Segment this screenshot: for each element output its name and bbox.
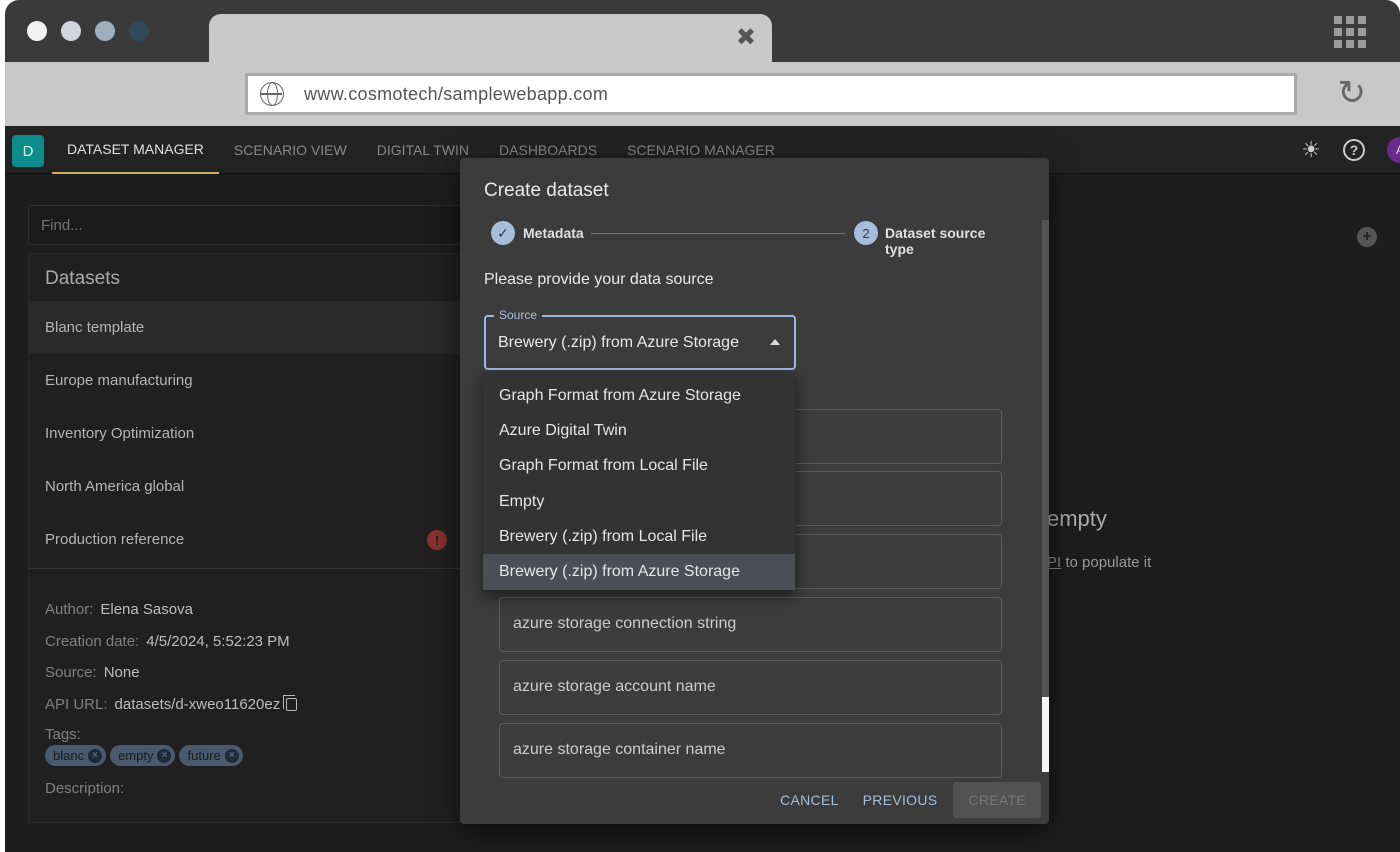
tag-chip[interactable]: blanc × bbox=[45, 745, 107, 766]
copy-icon[interactable] bbox=[283, 694, 298, 711]
tag-chip[interactable]: empty × bbox=[110, 745, 176, 766]
menu-item[interactable]: Azure Digital Twin bbox=[483, 413, 795, 448]
step-number: 2 bbox=[854, 221, 878, 245]
author-value: Elena Sasova bbox=[100, 601, 193, 619]
list-item[interactable]: Production reference ! bbox=[29, 513, 469, 566]
warning-icon: ! bbox=[427, 530, 447, 550]
globe-icon bbox=[260, 82, 284, 106]
dialog-actions: CANCEL PREVIOUS CREATE bbox=[772, 782, 1041, 818]
help-icon[interactable]: ? bbox=[1343, 139, 1365, 161]
empty-state-text: to populate it bbox=[1061, 554, 1152, 571]
app-logo[interactable]: D bbox=[12, 135, 44, 167]
address-bar[interactable]: www.cosmotech/samplewebapp.com bbox=[245, 73, 1297, 115]
menu-item[interactable]: Graph Format from Azure Storage bbox=[483, 378, 795, 413]
source-label: Source: bbox=[45, 664, 97, 682]
apps-grid-icon[interactable] bbox=[1334, 16, 1366, 48]
dataset-list: Blanc template Europe manufacturing Inve… bbox=[29, 301, 469, 566]
window-dot-minimize[interactable] bbox=[61, 21, 81, 41]
tags-label: Tags: bbox=[45, 726, 81, 743]
chevron-up-icon bbox=[770, 339, 780, 345]
menu-item[interactable]: Empty bbox=[483, 484, 795, 519]
scrollbar-thumb[interactable] bbox=[1042, 220, 1049, 697]
divider bbox=[29, 568, 469, 569]
list-item[interactable]: North America global bbox=[29, 460, 469, 513]
stepper: ✓ Metadata 2 Dataset source type bbox=[491, 221, 1011, 257]
tag-label: blanc bbox=[53, 748, 85, 763]
window-controls bbox=[27, 21, 149, 41]
creation-date-value: 4/5/2024, 5:52:23 PM bbox=[146, 632, 290, 650]
previous-button[interactable]: PREVIOUS bbox=[855, 782, 946, 818]
tag-chip[interactable]: future × bbox=[179, 745, 243, 766]
source-select-value: Brewery (.zip) from Azure Storage bbox=[498, 334, 739, 351]
create-button[interactable]: CREATE bbox=[953, 782, 1041, 818]
dialog-title: Create dataset bbox=[484, 180, 609, 201]
container-name-field[interactable]: azure storage container name bbox=[499, 723, 1002, 778]
menu-item[interactable]: Brewery (.zip) from Local File bbox=[483, 519, 795, 554]
api-link[interactable]: PI bbox=[1047, 554, 1061, 571]
source-value: None bbox=[103, 664, 140, 682]
tag-label: empty bbox=[118, 748, 154, 763]
step-source-type-label: Dataset source type bbox=[885, 225, 986, 257]
empty-state-title: empty bbox=[1047, 506, 1107, 531]
reload-icon[interactable]: ↻ bbox=[1338, 76, 1367, 110]
create-dataset-dialog: Create dataset ✓ Metadata 2 Dataset sour… bbox=[460, 158, 1049, 824]
remove-tag-icon[interactable]: × bbox=[88, 748, 103, 763]
creation-date-label: Creation date: bbox=[45, 632, 140, 650]
dataset-details: Author: Elena Sasova Creation date: 4/5/20… bbox=[45, 594, 455, 797]
window-dot-close[interactable] bbox=[27, 21, 47, 41]
source-dropdown-menu: Graph Format from Azure Storage Azure Di… bbox=[483, 372, 795, 590]
menu-item[interactable]: Graph Format from Local File bbox=[483, 449, 795, 484]
source-prompt: Please provide your data source bbox=[484, 271, 714, 288]
list-item-label: Production reference bbox=[45, 531, 185, 548]
add-icon[interactable]: + bbox=[1357, 227, 1377, 247]
connection-string-field[interactable]: azure storage connection string bbox=[499, 597, 1002, 652]
step-connector bbox=[591, 233, 845, 234]
check-icon: ✓ bbox=[491, 221, 515, 245]
search-input[interactable] bbox=[28, 205, 468, 245]
api-url-value: datasets/d-xweo11620ez bbox=[114, 695, 281, 713]
scrollbar-gap bbox=[1042, 697, 1049, 772]
appbar-actions: ☀ ? A bbox=[1301, 126, 1400, 174]
author-label: Author: bbox=[45, 601, 94, 619]
close-icon[interactable]: ✖ bbox=[736, 26, 756, 50]
source-select-label: Source bbox=[494, 308, 543, 322]
api-url-label: API URL: bbox=[45, 695, 108, 713]
window-dot-maximize[interactable] bbox=[95, 21, 115, 41]
panel-title: Datasets bbox=[45, 268, 120, 289]
empty-state-subtitle: PI to populate it bbox=[1047, 554, 1151, 571]
datasets-panel: Datasets Blanc template Europe manufactu… bbox=[28, 253, 469, 823]
description-label: Description: bbox=[45, 780, 125, 797]
tag-label: future bbox=[187, 748, 221, 763]
list-item[interactable]: Blanc template bbox=[29, 301, 469, 354]
window-dot-extra[interactable] bbox=[129, 21, 149, 41]
browser-toolbar: www.cosmotech/samplewebapp.com ↻ bbox=[5, 62, 1400, 126]
remove-tag-icon[interactable]: × bbox=[157, 748, 172, 763]
list-item[interactable]: Inventory Optimization bbox=[29, 407, 469, 460]
tab-scenario-view[interactable]: SCENARIO VIEW bbox=[219, 126, 362, 174]
theme-toggle-icon[interactable]: ☀ bbox=[1301, 137, 1321, 163]
list-item[interactable]: Europe manufacturing bbox=[29, 354, 469, 407]
url-text: www.cosmotech/samplewebapp.com bbox=[304, 83, 609, 104]
avatar[interactable]: A bbox=[1387, 137, 1400, 163]
remove-tag-icon[interactable]: × bbox=[224, 748, 239, 763]
step-metadata-label: Metadata bbox=[523, 225, 584, 241]
cancel-button[interactable]: CANCEL bbox=[772, 782, 847, 818]
account-name-field[interactable]: azure storage account name bbox=[499, 660, 1002, 715]
tag-list: blanc × empty × future × bbox=[45, 745, 455, 766]
tab-dataset-manager[interactable]: DATASET MANAGER bbox=[52, 126, 219, 174]
source-select[interactable]: Source Brewery (.zip) from Azure Storage bbox=[484, 308, 796, 370]
menu-item-selected[interactable]: Brewery (.zip) from Azure Storage bbox=[483, 554, 795, 590]
